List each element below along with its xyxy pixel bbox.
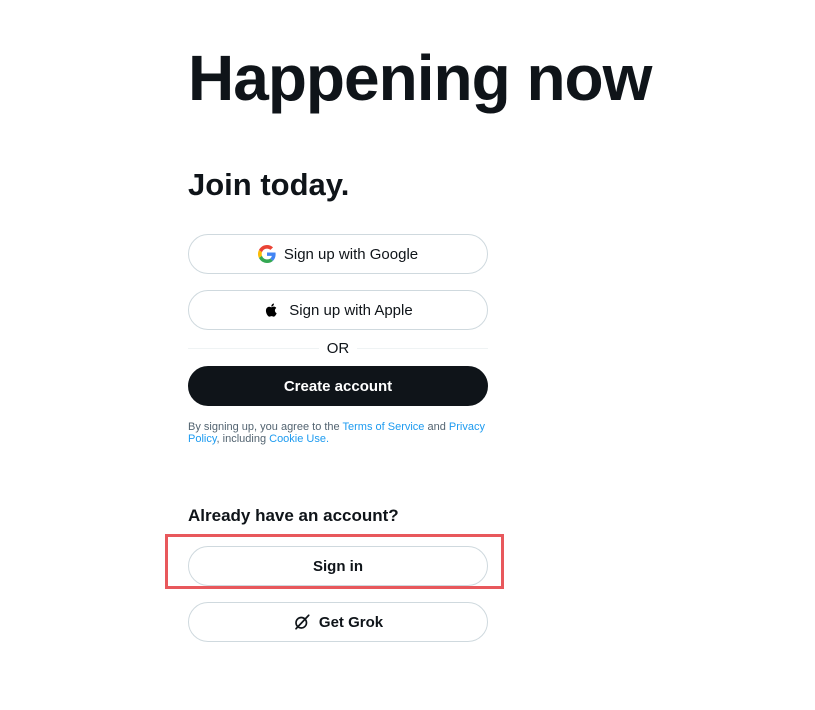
sign-in-button[interactable]: Sign in — [188, 546, 488, 586]
terms-including: , including — [216, 433, 270, 445]
terms-prefix: By signing up, you agree to the — [188, 421, 343, 433]
or-divider: OR — [188, 338, 488, 358]
sign-up-apple-label: Sign up with Apple — [289, 301, 413, 319]
terms-of-service-link[interactable]: Terms of Service — [343, 421, 425, 433]
terms-period: . — [325, 433, 330, 445]
create-account-label: Create account — [283, 377, 393, 395]
page-headline: Happening now — [188, 42, 652, 114]
cookie-use-link[interactable]: Cookie Use — [269, 433, 326, 445]
create-account-button[interactable]: Create account — [188, 366, 488, 406]
sign-up-apple-button[interactable]: Sign up with Apple — [188, 290, 488, 330]
get-grok-button[interactable]: Get Grok — [188, 602, 488, 642]
or-text: OR — [326, 339, 350, 357]
login-page: Happening now Join today. Sign up with G… — [0, 0, 815, 710]
sign-up-google-button[interactable]: Sign up with Google — [188, 234, 488, 274]
grok-icon — [293, 613, 311, 631]
terms-and: and — [424, 421, 449, 433]
sign-in-label: Sign in — [313, 557, 363, 575]
divider-line-left — [188, 347, 319, 349]
already-have-account-heading: Already have an account? — [188, 506, 399, 525]
google-icon — [257, 245, 276, 263]
join-heading: Join today. — [188, 167, 350, 202]
terms-notice: By signing up, you agree to the Terms of… — [188, 421, 493, 445]
divider-line-right — [357, 347, 488, 349]
sign-up-google-label: Sign up with Google — [283, 245, 419, 263]
apple-icon — [263, 301, 281, 319]
get-grok-label: Get Grok — [318, 613, 384, 631]
